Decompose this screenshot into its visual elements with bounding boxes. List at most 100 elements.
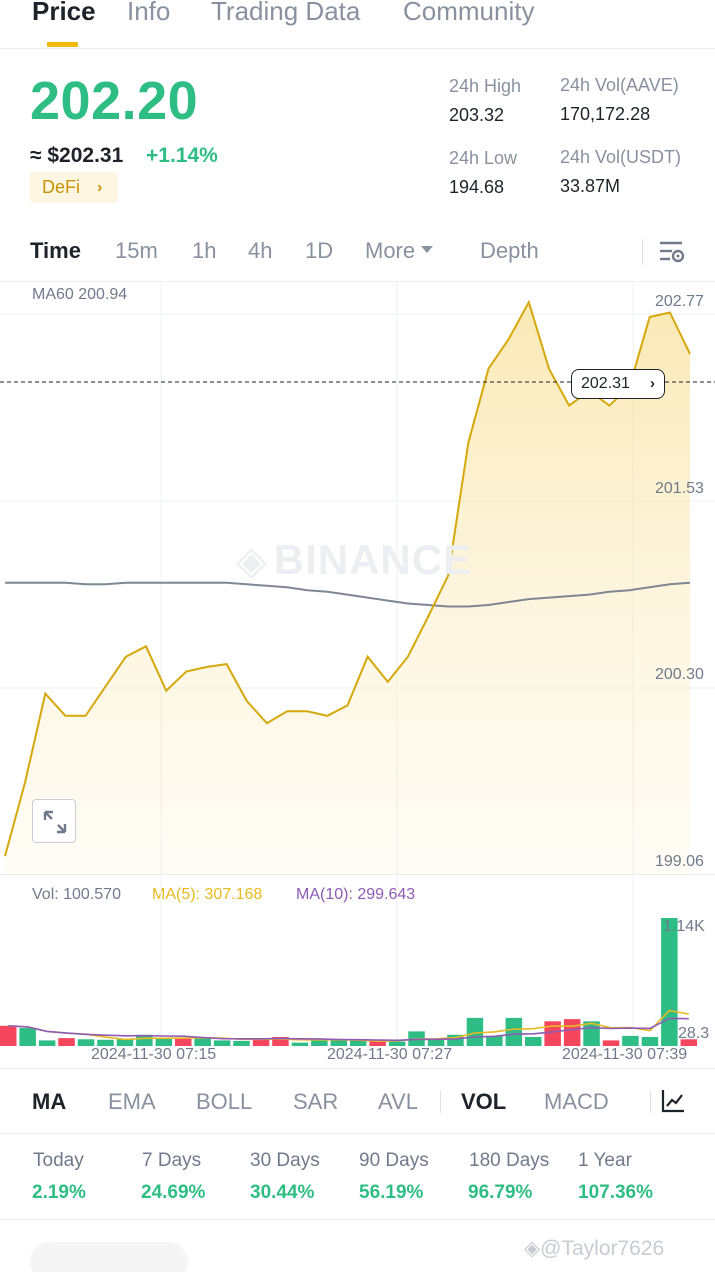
indicator-macd[interactable]: MACD [544, 1089, 609, 1115]
perf-label-180d: 180 Days [469, 1150, 550, 1171]
indicator-boll[interactable]: BOLL [196, 1089, 252, 1115]
volume-bar [38, 1040, 56, 1046]
chart-settings-icon[interactable] [658, 239, 686, 265]
vol-quote-label: 24h Vol(USDT) [560, 147, 682, 167]
divider [0, 1219, 715, 1220]
vol-base-value: 170,172.28 [560, 104, 651, 124]
volume-bar [77, 1039, 95, 1046]
divider [0, 1068, 715, 1069]
separator [642, 239, 643, 265]
fullscreen-button[interactable] [32, 799, 76, 843]
volume-bar [19, 1028, 36, 1046]
volume-bar [213, 1040, 231, 1046]
interval-4h[interactable]: 4h [248, 238, 272, 264]
perf-label-90d: 90 Days [359, 1150, 429, 1171]
tab-trading-data[interactable]: Trading Data [211, 0, 360, 27]
volume-bar [194, 1038, 211, 1046]
bottom-pill-button[interactable] [30, 1242, 188, 1272]
interval-more-label: More [365, 238, 416, 263]
indicator-avl[interactable]: AVL [378, 1089, 418, 1115]
vol-base-label: 24h Vol(AAVE) [560, 75, 679, 95]
volume-grid [160, 876, 634, 1046]
divider [0, 874, 715, 875]
last-price: 202.20 [30, 71, 199, 131]
perf-label-today: Today [33, 1150, 84, 1171]
volume-chart[interactable] [0, 876, 715, 1046]
tab-community[interactable]: Community [403, 0, 534, 27]
volume-bar [427, 1039, 445, 1046]
volume-bar [0, 1025, 17, 1046]
vol-quote-value: 33.87M [560, 176, 621, 196]
volume-bar [58, 1038, 75, 1046]
low-value: 194.68 [449, 177, 505, 197]
tab-price[interactable]: Price [32, 0, 96, 27]
x-tick-label: 2024-11-30 07:27 [327, 1046, 453, 1063]
volume-bar [505, 1017, 523, 1046]
author-watermark-text: @Taylor7626 [540, 1237, 665, 1260]
volume-bar [486, 1035, 503, 1046]
volume-bar [233, 1040, 250, 1046]
binance-logo-icon: ◈ [524, 1237, 541, 1260]
volume-bar [116, 1039, 134, 1046]
volume-bars [0, 918, 698, 1046]
perf-label-30d: 30 Days [250, 1150, 320, 1171]
perf-value-180d: 96.79% [468, 1182, 533, 1203]
volume-bar [311, 1040, 328, 1046]
perf-value-1y: 107.36% [578, 1182, 654, 1203]
separator [440, 1091, 441, 1113]
high-value: 203.32 [449, 105, 505, 125]
interval-more[interactable]: More [365, 238, 434, 264]
high-label: 24h High [449, 76, 522, 96]
expand-icon [43, 810, 67, 834]
interval-15m[interactable]: 15m [115, 238, 158, 264]
x-tick-label: 2024-11-30 07:15 [91, 1046, 217, 1063]
current-price-tag[interactable]: 202.31 › [571, 369, 665, 399]
volume-max-tick: 1.14K [663, 918, 705, 935]
perf-value-7d: 24.69% [141, 1182, 206, 1203]
x-tick-label: 2024-11-30 07:39 [562, 1046, 688, 1063]
binance-logo-icon: ◈ [236, 539, 268, 583]
category-tag[interactable]: DeFi › [30, 172, 118, 203]
chevron-right-icon: › [97, 179, 103, 196]
indicator-settings-icon[interactable] [660, 1088, 686, 1114]
indicator-ema[interactable]: EMA [108, 1089, 156, 1115]
watermark-text: BINANCE [273, 536, 473, 583]
binance-watermark: ◈ BINANCE [236, 536, 472, 584]
volume-bar [544, 1021, 561, 1046]
divider [0, 1133, 715, 1134]
interval-time[interactable]: Time [30, 238, 81, 264]
caret-down-icon [421, 245, 434, 253]
low-label: 24h Low [449, 148, 518, 168]
y-tick-label: 199.06 [655, 853, 704, 870]
separator [650, 1091, 651, 1113]
indicator-sar[interactable]: SAR [293, 1089, 338, 1115]
current-price-value: 202.31 [581, 375, 630, 392]
perf-value-today: 2.19% [32, 1182, 86, 1203]
volume-bar [175, 1038, 192, 1046]
tab-info[interactable]: Info [127, 0, 170, 27]
volume-bar [291, 1042, 309, 1046]
perf-label-7d: 7 Days [142, 1150, 202, 1171]
divider [0, 48, 715, 49]
volume-bar [525, 1037, 542, 1046]
interval-1d[interactable]: 1D [305, 238, 333, 264]
volume-bar [622, 1035, 639, 1046]
y-tick-label: 202.77 [655, 293, 704, 310]
indicator-ma[interactable]: MA [32, 1089, 66, 1115]
trading-screen: Price Info Trading Data Community 202.20… [0, 0, 715, 1272]
author-watermark: ◈@Taylor7626 [524, 1236, 664, 1261]
perf-value-30d: 30.44% [250, 1182, 315, 1203]
interval-1h[interactable]: 1h [192, 238, 216, 264]
chevron-right-icon: › [650, 375, 655, 392]
category-tag-label: DeFi [42, 177, 81, 197]
volume-min-tick: 28.3 [678, 1025, 710, 1042]
volume-bar [563, 1019, 581, 1046]
perf-label-1y: 1 Year [578, 1150, 632, 1171]
y-tick-label: 200.30 [655, 666, 704, 683]
fiat-price: ≈ $202.31 [30, 144, 124, 167]
volume-bar [155, 1038, 173, 1046]
indicator-vol[interactable]: VOL [461, 1089, 506, 1115]
active-tab-indicator [47, 42, 78, 47]
perf-value-90d: 56.19% [359, 1182, 424, 1203]
interval-depth[interactable]: Depth [480, 238, 539, 264]
